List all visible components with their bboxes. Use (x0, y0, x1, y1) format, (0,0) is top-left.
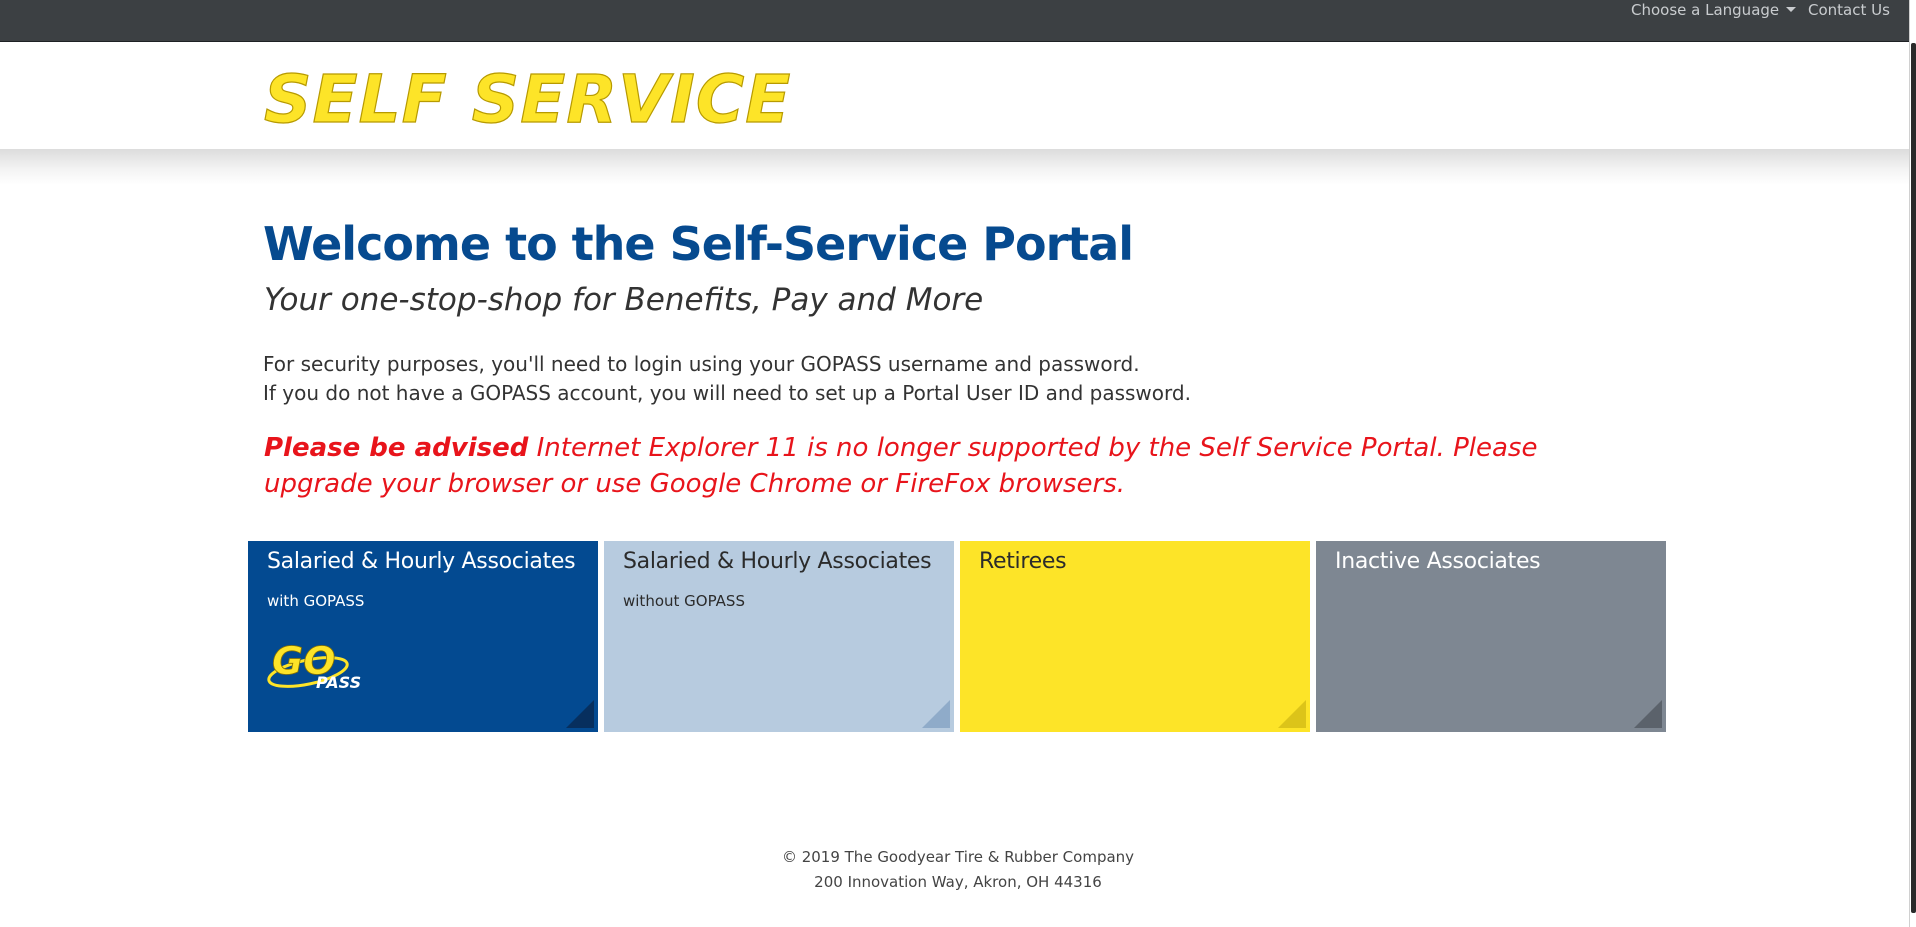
notice-heading: Please be advised (264, 433, 529, 463)
footer-address: 200 Innovation Way, Akron, OH 44316 (814, 873, 1102, 891)
tile-associates-with-gopass[interactable]: Salaried & Hourly Associates with GOPASS… (248, 541, 598, 732)
tile-title: Retirees (979, 549, 1067, 574)
scrollbar[interactable] (1909, 0, 1916, 927)
chevron-down-icon (1786, 7, 1797, 12)
scrollbar-thumb[interactable] (1911, 43, 1916, 913)
gopass-logo: GO PASS (267, 639, 361, 692)
language-dropdown-label: Choose a Language (1631, 1, 1780, 19)
page-title: Welcome to the Self-Service Portal (263, 217, 1134, 271)
top-nav-bar: Choose a Language Contact Us (0, 0, 1916, 42)
tile-corner-icon (1278, 700, 1306, 728)
tile-associates-without-gopass[interactable]: Salaried & Hourly Associates without GOP… (604, 541, 954, 732)
tile-title: Salaried & Hourly Associates (267, 549, 576, 574)
tile-subtitle: without GOPASS (623, 592, 745, 610)
logo-self-text: SELF SERVICE (264, 61, 791, 138)
contact-us-link[interactable]: Contact Us (1808, 0, 1890, 20)
tile-corner-icon (922, 700, 950, 728)
self-service-logo[interactable]: SELF SERVICE (262, 54, 822, 144)
tile-subtitle: with GOPASS (267, 592, 365, 610)
footer-copyright: © 2019 The Goodyear Tire & Rubber Compan… (781, 848, 1135, 866)
tile-retirees[interactable]: Retirees (960, 541, 1310, 732)
gopass-pass-text: PASS (316, 673, 361, 692)
page-subtitle: Your one-stop-shop for Benefits, Pay and… (264, 282, 984, 318)
header-shadow (0, 149, 1916, 185)
intro-text: For security purposes, you'll need to lo… (263, 350, 1191, 408)
intro-line-1: For security purposes, you'll need to lo… (263, 352, 1140, 376)
tile-title: Salaried & Hourly Associates (623, 549, 932, 574)
tile-corner-icon (1634, 700, 1662, 728)
tile-corner-icon (566, 700, 594, 728)
tile-inactive-associates[interactable]: Inactive Associates (1316, 541, 1666, 732)
tile-title: Inactive Associates (1335, 549, 1541, 574)
language-dropdown[interactable]: Choose a Language (1631, 0, 1797, 20)
intro-line-2: If you do not have a GOPASS account, you… (263, 381, 1191, 405)
footer: © 2019 The Goodyear Tire & Rubber Compan… (0, 845, 1916, 895)
browser-notice: Please be advised Internet Explorer 11 i… (264, 430, 1654, 502)
